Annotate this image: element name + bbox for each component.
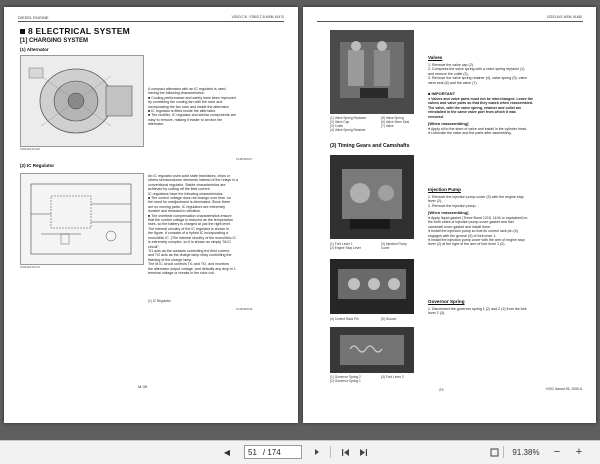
governor-photo-icon	[330, 327, 414, 373]
left-header-model: V2003-T-B · F2803-T-B WSM, 61470	[232, 15, 284, 19]
valves-heading: Valves	[428, 55, 442, 60]
toolbar-separator	[330, 446, 331, 458]
right-page: V2203-M-E WSM, 61480 (1) Valve Spring Re…	[303, 7, 596, 423]
ic-text-code: 61480M0008	[236, 307, 252, 311]
section-subtitle: [1] CHARGING SYSTEM	[20, 38, 88, 44]
valves-caption-left: (1) Valve Spring Replacer (2) Valve Cap …	[330, 117, 366, 133]
pump-caption-3: (4) Control Rack Pin	[330, 318, 359, 322]
page-number-input[interactable]: 51 / 174	[244, 445, 302, 459]
alternator-heading: (1) Alternator	[20, 47, 49, 52]
fit-page-icon	[490, 448, 499, 457]
injection-pump-photo-2	[330, 259, 414, 314]
toolbar-separator-2	[503, 446, 504, 458]
timing-gears-heading: (3) Timing Gears and Camshafts	[330, 143, 409, 149]
valves-caption-right: (5) Valve Spring (6) Valve Stem Seal (7)…	[381, 117, 409, 129]
pump-reassembling-label: [When reassembling]	[428, 210, 468, 215]
document-viewer: DIESEL ENGINE V2003-T-B · F2803-T-B WSM,…	[0, 0, 600, 440]
alternator-text-code: 61480M0007	[236, 157, 252, 161]
current-page-value: 51	[248, 448, 257, 457]
previous-page-button[interactable]: ◀	[218, 445, 236, 459]
pump-reassembling-text: ● Apply liquid gasket (Three Bond 1215, …	[428, 216, 588, 247]
section-title: 8 ELECTRICAL SYSTEM	[28, 26, 130, 36]
ic-caption: (1) IC Regulator	[148, 300, 171, 304]
alternator-figure-code: 0183AEF1D100	[20, 147, 40, 151]
ic-regulator-circuit	[20, 173, 144, 265]
right-header-rule	[317, 21, 583, 22]
left-page-number: M-35	[138, 384, 147, 389]
first-page-button[interactable]	[338, 445, 352, 459]
viewer-toolbar: ◀ 51 / 174 91.38% − +	[0, 440, 600, 464]
last-page-button[interactable]	[356, 445, 370, 459]
zoom-in-button[interactable]: +	[572, 445, 586, 459]
left-page: DIESEL ENGINE V2003-T-B · F2803-T-B WSM,…	[4, 7, 298, 423]
injection-pump-steps: 1. Remove the injection pump cover (3) w…	[428, 195, 588, 208]
ic-regulator-heading: (2) IC Regulator	[20, 163, 54, 168]
pump-photo-icon	[330, 155, 414, 239]
zoom-out-button[interactable]: −	[550, 445, 564, 459]
governor-spring-photo	[330, 327, 414, 373]
important-label: ■ IMPORTANT	[428, 91, 455, 96]
circuit-diagram-icon	[21, 174, 143, 264]
next-page-button[interactable]	[310, 445, 324, 459]
valves-reassembling-text: ● Apply oil to the stem of valve and ins…	[428, 127, 588, 136]
governor-caption-1: (1) Governor Spring 2 (2) Governor Sprin…	[330, 376, 361, 384]
alternator-description: A compact alternator with an IC regulato…	[148, 87, 288, 127]
left-header-rule	[18, 21, 284, 22]
governor-spring-heading: Governor Spring	[428, 299, 465, 304]
valves-photo-icon	[330, 30, 414, 114]
pump-caption-4: (5) Groove	[381, 318, 396, 322]
valves-reassembling-label: [When reassembling]	[428, 121, 468, 126]
governor-caption-2: (3) Fork Lever 2	[381, 376, 404, 380]
right-header-model: V2203-M-E WSM, 61480	[547, 15, 582, 19]
pump-caption-1: (1) Fork Lever 1 (2) Engine Stop Lever	[330, 243, 361, 251]
first-page-icon	[341, 448, 350, 457]
valves-photo	[330, 30, 414, 114]
important-text: ● Valves and valve parts must not be int…	[428, 97, 588, 119]
right-page-number: 23	[439, 387, 443, 392]
injection-pump-photo-1	[330, 155, 414, 239]
pump-caption-2: (3) Injection Pump Cover	[381, 243, 407, 251]
total-pages-value: / 174	[263, 448, 281, 457]
last-page-icon	[359, 448, 368, 457]
alternator-illustration	[20, 55, 144, 147]
ic-regulator-description: An IC regulator uses solid state transis…	[148, 174, 288, 275]
fit-page-button[interactable]	[488, 445, 500, 459]
right-page-issue: KiSC issued 05, 2006 A	[546, 387, 582, 391]
valves-steps: 1. Remove the valve cap (2). 2. Compress…	[428, 63, 588, 85]
alternator-drawing-icon	[21, 56, 143, 146]
injection-pump-heading: Injection Pump	[428, 187, 461, 192]
rack-pin-photo-icon	[330, 259, 414, 314]
ic-figure-code: 0183AEF1D170	[20, 265, 40, 269]
previous-arrow-icon: ◀	[224, 448, 230, 457]
governor-spring-steps: 1. Disconnect the governor spring 1 (2) …	[428, 307, 588, 316]
left-header-title: DIESEL ENGINE	[18, 15, 49, 20]
next-arrow-icon	[313, 448, 321, 456]
section-marker-icon	[20, 29, 25, 34]
zoom-level[interactable]: 91.38%	[506, 445, 546, 459]
